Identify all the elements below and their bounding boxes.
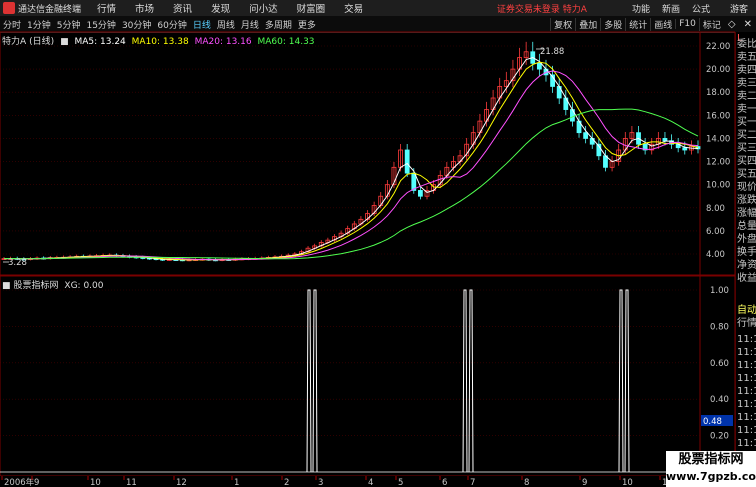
price-tick-label: 20.00 <box>706 65 730 75</box>
indicator-grid <box>0 289 700 436</box>
panel-auto[interactable]: 自动 <box>737 304 756 317</box>
time-tick-label: 9 <box>34 478 39 487</box>
indicator-tick-label: 1.00 <box>710 286 729 296</box>
panel-net-assets: 净资 <box>737 260 756 271</box>
time-tick-label: 2 <box>284 478 289 487</box>
panel-buy5: 买五 <box>737 169 756 180</box>
candle-body <box>417 190 423 197</box>
time-tick-label: 2006年 <box>4 477 35 487</box>
panel-price: 现价 <box>737 182 756 193</box>
indicator-tick-label: 0.20 <box>710 432 729 442</box>
candle-body <box>404 149 410 174</box>
panel-quotes[interactable]: 行情 <box>737 317 756 330</box>
price-tick-label: 16.00 <box>706 111 730 121</box>
price-grid <box>0 45 700 255</box>
tick-time: 11:1 <box>737 386 756 397</box>
signal-spike <box>624 289 630 473</box>
low-annotation: 3.28 <box>8 258 27 268</box>
tick-time: 11:1 <box>737 412 756 423</box>
candle-body <box>536 62 542 70</box>
time-tick-label: 6 <box>442 478 447 487</box>
panel-buy4: 买四 <box>737 156 756 167</box>
tick-time: 11:1 <box>737 399 756 410</box>
indicator-tick-label: 0.40 <box>710 395 729 405</box>
time-tick-label: 1 <box>234 478 239 487</box>
watermark-url: www.7gpzb.com <box>666 470 756 483</box>
signal-spike <box>462 289 468 473</box>
ma5-line <box>3 57 699 261</box>
time-tick-label: 3 <box>318 478 323 487</box>
panel-outer: 外盘 <box>737 234 756 245</box>
panel-change: 涨跌 <box>737 195 756 206</box>
right-quote-panel: L 委比 卖五 卖四 卖三 卖二 卖一 买一 买二 买三 买四 买五 现价 涨跌… <box>735 32 756 487</box>
time-tick-label: 7 <box>470 478 475 487</box>
time-axis-bg <box>0 476 700 487</box>
panel-sell2: 卖二 <box>737 91 756 102</box>
tick-time: 11:1 <box>737 438 756 449</box>
time-tick-label: 11 <box>126 478 137 487</box>
time-tick-label: 8 <box>524 478 529 487</box>
signal-spike <box>306 289 312 473</box>
ma20-line <box>3 70 699 261</box>
panel-pct: 涨幅 <box>737 208 756 219</box>
candles <box>1 41 701 262</box>
price-axis: 22.00 20.00 18.00 16.00 14.00 12.00 10.00 8.00 6… <box>706 42 730 260</box>
indicator-tick-label: 0.80 <box>710 322 729 332</box>
indicator-tick-label: 0.60 <box>710 359 729 369</box>
signal-spike <box>618 289 624 473</box>
signal-spike <box>468 289 474 473</box>
price-tick-label: 6.00 <box>706 227 725 237</box>
panel-sell5: 卖五 <box>737 52 756 63</box>
price-tick-label: 12.00 <box>706 158 730 168</box>
panel-buy2: 买二 <box>737 130 756 141</box>
panel-buy3: 买三 <box>737 143 756 154</box>
panel-earnings: 收益 <box>737 273 756 284</box>
candle-body <box>682 147 688 151</box>
tick-time: 11:1 <box>737 334 756 345</box>
time-tick-label: 10 <box>90 478 101 487</box>
panel-volume: 总量 <box>737 221 756 232</box>
time-tick-label: 10 <box>622 478 633 487</box>
high-annotation: 21.88 <box>540 47 564 57</box>
price-tick-label: 8.00 <box>706 204 725 214</box>
panel-buy1: 买一 <box>737 117 756 128</box>
candle-body <box>583 132 589 139</box>
price-tick-label: 18.00 <box>706 88 730 98</box>
main-chart-frame <box>0 31 735 276</box>
tick-time: 11:1 <box>737 425 756 436</box>
indicator-current-value: 0.48 <box>703 417 722 427</box>
time-tick-label: 9 <box>582 478 587 487</box>
watermark-badge: 股票指标网 www.7gpzb.com <box>666 451 756 487</box>
time-tick-label: 12 <box>176 478 187 487</box>
time-tick-label: 5 <box>398 478 403 487</box>
panel-turnover: 换手 <box>737 247 756 258</box>
price-tick-label: 4.00 <box>706 250 725 260</box>
watermark-title: 股票指标网 <box>678 452 744 467</box>
chart-canvas[interactable]: 22.0020.0018.0016.0014.0012.0010.008.006… <box>0 0 735 487</box>
tick-time: 11:1 <box>737 347 756 358</box>
close-icon[interactable]: ✕ <box>740 19 756 30</box>
candle-body <box>662 138 668 142</box>
price-tick-label: 22.00 <box>706 42 730 52</box>
panel-sell3: 卖三 <box>737 78 756 89</box>
price-tick-label: 10.00 <box>706 181 730 191</box>
panel-ratio: 委比 <box>737 39 756 50</box>
tick-time: 11:1 <box>737 373 756 384</box>
time-tick-label: 4 <box>368 478 373 487</box>
tick-time: 11:1 <box>737 360 756 371</box>
price-tick-label: 14.00 <box>706 134 730 144</box>
indicator-signals <box>0 289 700 473</box>
panel-sell1: 卖一 <box>737 104 756 115</box>
panel-sell4: 卖四 <box>737 65 756 76</box>
signal-spike <box>312 289 318 473</box>
